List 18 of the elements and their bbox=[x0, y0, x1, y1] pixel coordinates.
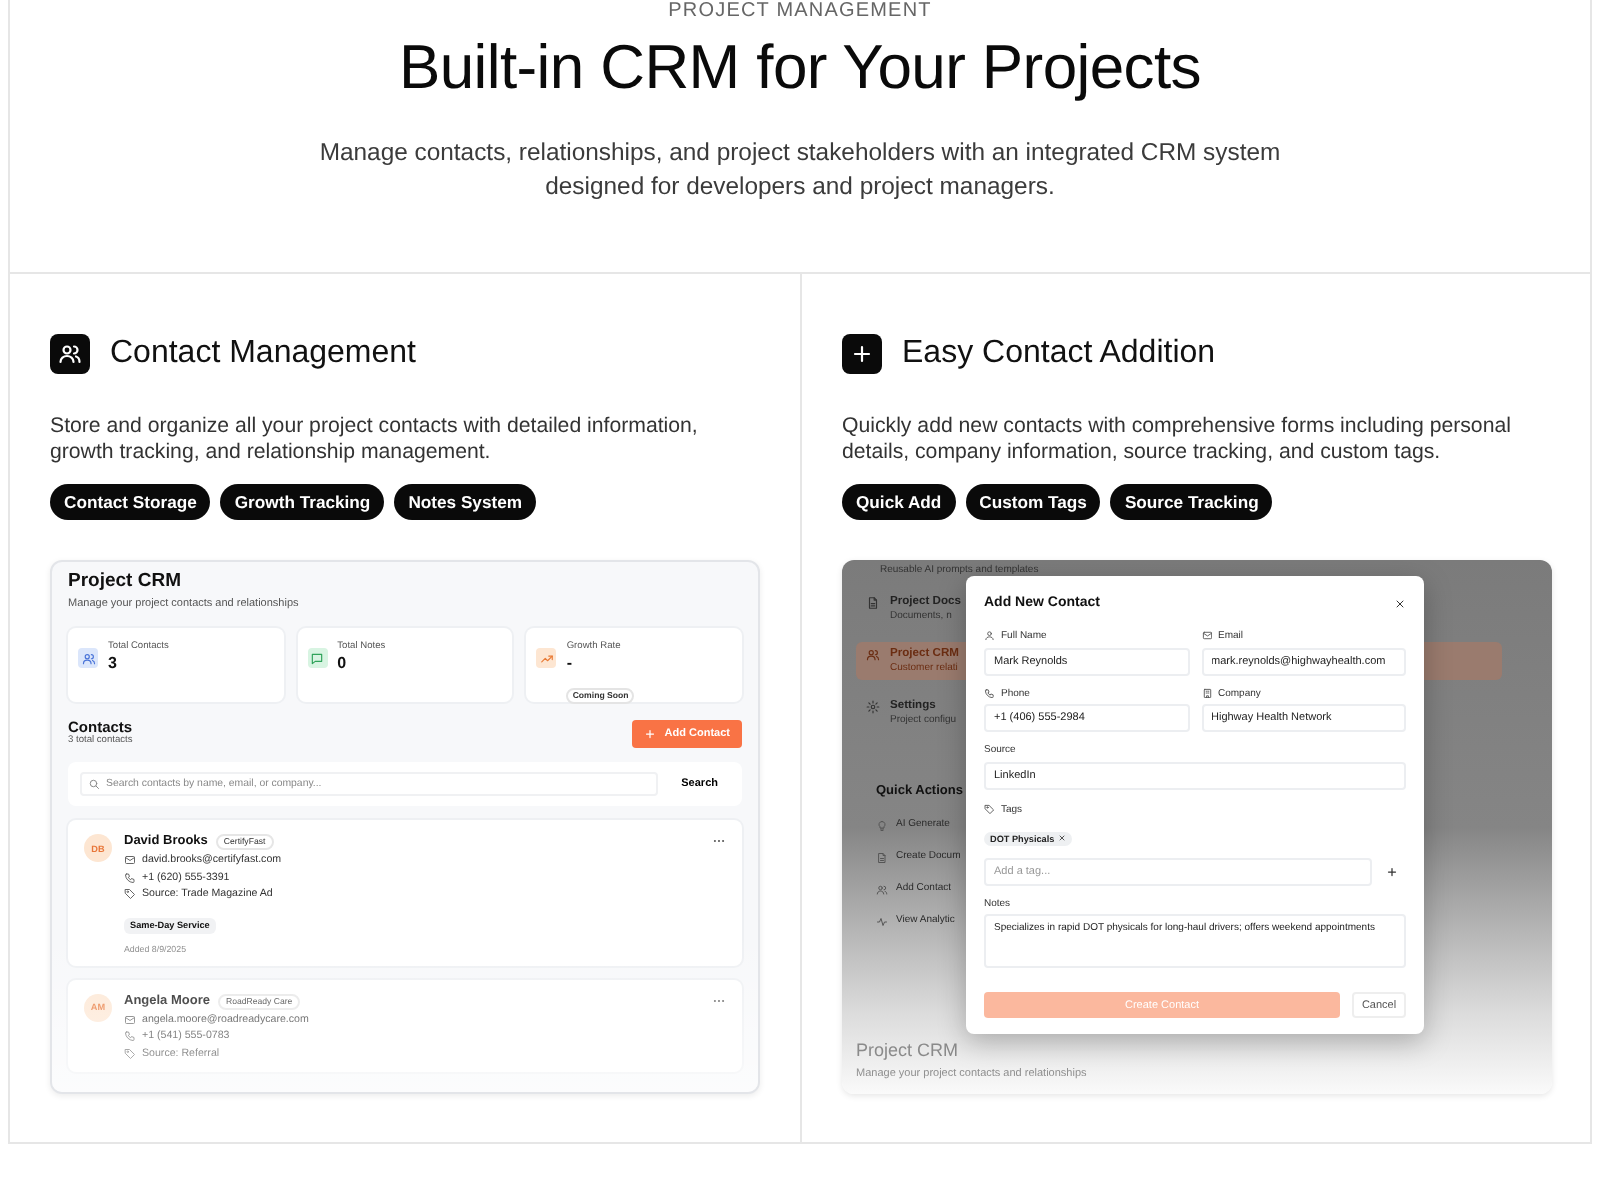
stat-value: - bbox=[566, 654, 574, 672]
feature-tag: Quick Add bbox=[842, 484, 956, 520]
feature-tag: Growth Tracking bbox=[220, 484, 385, 520]
feature-tag: Notes System bbox=[394, 484, 537, 520]
stat-value: 0 bbox=[337, 654, 349, 672]
stat-value: 3 bbox=[108, 654, 119, 672]
feature-description: Store and organize all your project contacts with detailed information, growth tracking, and relationship management. bbox=[50, 414, 700, 464]
feature-heading: Contact Management bbox=[110, 334, 416, 374]
page-title: Built-in CRM for Your Projects bbox=[396, 30, 1204, 106]
eyebrow-label: PROJECT MANAGEMENT bbox=[666, 0, 934, 22]
app-title: Project CRM bbox=[856, 1040, 961, 1062]
feature-tag: Source Tracking bbox=[1110, 484, 1273, 520]
app-title: Project CRM bbox=[68, 570, 183, 594]
page-subtitle: Manage contacts, relationships, and project stakeholders with an integrated CRM system designed for developers and project managers. bbox=[317, 136, 1283, 204]
feature-heading: Easy Contact Addition bbox=[902, 334, 1216, 374]
feature-tag: Contact Storage bbox=[50, 484, 211, 520]
feature-tag: Custom Tags bbox=[965, 484, 1101, 520]
feature-description: Quickly add new contacts with comprehensive forms including personal details, company information, source tracking, and custom tags. bbox=[842, 414, 1513, 464]
